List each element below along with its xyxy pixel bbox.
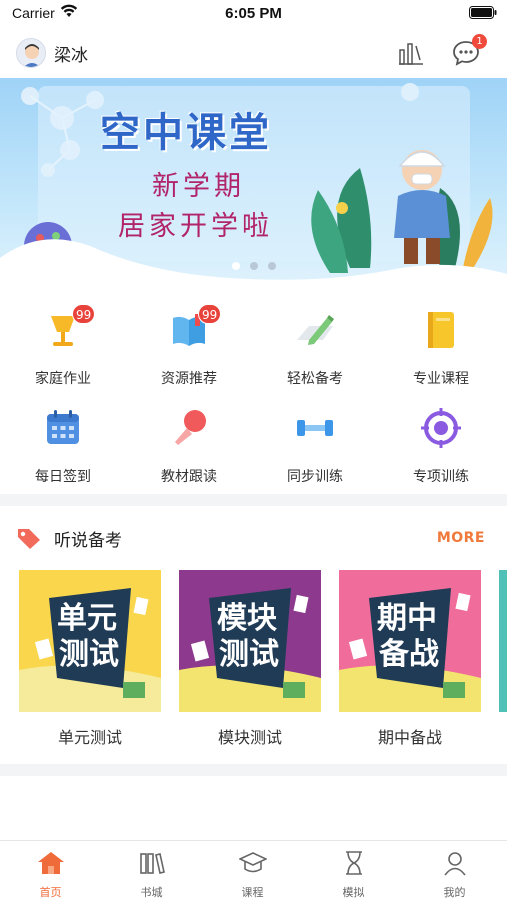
feature-grid: 99 家庭作业 99 资源推荐 轻松备考 专业课程 每日签到 教材跟读 同步训练… [0,298,507,494]
card-art-text: 测试 [219,637,279,672]
tab-label: 我的 [443,886,466,899]
card-art-text: 测试 [59,637,119,672]
feature-resources[interactable]: 99 资源推荐 [126,302,252,394]
card-label: 模块测试 [217,728,282,747]
tag-icon [18,529,40,549]
feature-badge: 99 [72,304,96,324]
feature-checkin[interactable]: 每日签到 [0,400,126,492]
more-link[interactable]: MORE [437,530,485,546]
feature-sync-training[interactable]: 同步训练 [252,400,378,492]
card-unit-test[interactable]: 单元 测试 [19,570,161,712]
section-divider [0,494,507,506]
notebook-icon [428,312,454,348]
status-time: 6:05 PM [225,5,282,22]
calendar-icon [47,410,79,444]
feature-read-along[interactable]: 教材跟读 [126,400,252,492]
card-label: 期中备战 [377,728,442,747]
avatar-icon [23,44,41,67]
carousel-indicator [0,255,507,274]
app-header: 梁冰 1 [0,30,507,78]
card-module-test[interactable]: 模块 测试 [179,570,321,712]
tab-label: 课程 [241,886,264,899]
feature-label: 教材跟读 [161,469,217,485]
feature-label: 每日签到 [35,469,91,485]
card-peek[interactable] [499,570,507,712]
feature-label: 资源推荐 [161,371,217,387]
feature-exam-prep[interactable]: 轻松备考 [252,302,378,394]
user-name: 梁冰 [54,46,88,66]
books-icon [140,853,165,874]
carousel-dot[interactable] [267,262,276,270]
feature-label: 轻松备考 [287,371,343,387]
tab-home[interactable]: 首页 [0,841,101,900]
banner-title: 空中课堂 [100,110,272,156]
card-art-text: 备战 [379,637,439,672]
stats-icon[interactable] [397,40,425,66]
avatar[interactable] [16,38,46,68]
card-midterm-prep[interactable]: 期中 备战 [339,570,481,712]
tab-label: 书城 [140,886,163,899]
feature-badge: 99 [198,304,222,324]
feature-special-training[interactable]: 专项训练 [378,400,504,492]
target-icon [421,408,461,448]
card-art-text: 单元 [57,601,117,636]
section-divider [0,764,507,776]
tab-label: 模拟 [342,886,365,899]
tab-courses[interactable]: 课程 [202,841,303,900]
tab-label: 首页 [39,886,62,899]
message-badge: 1 [472,34,487,49]
listening-section: 听说备考 MORE 单元 测试 模块 测试 期中 备战 单元测试 模块测试 期中… [0,506,507,764]
feature-homework[interactable]: 99 家庭作业 [0,302,126,394]
section-title: 听说备考 [54,531,122,551]
card-art-text: 模块 [217,601,277,636]
tab-mock[interactable]: 模拟 [303,841,404,900]
graduation-cap-icon [239,852,267,873]
tab-profile[interactable]: 我的 [404,841,505,900]
dumbbell-icon [297,420,333,436]
banner-carousel[interactable]: 空中课堂 新学期 居家开学啦 [0,78,507,298]
feature-label: 同步训练 [287,469,343,485]
banner-subtitle-1: 新学期 [152,171,245,202]
tab-bar: 首页 书城 课程 模拟 我的 [0,840,507,900]
home-icon [38,852,64,874]
card-label: 单元测试 [57,728,122,747]
feature-courses[interactable]: 专业课程 [378,302,504,394]
feature-label: 专项训练 [413,469,469,485]
battery-icon [469,6,497,19]
hourglass-icon [346,851,362,875]
status-bar: Carrier 6:05 PM [0,0,507,30]
feature-label: 家庭作业 [35,371,91,387]
feature-label: 专业课程 [413,371,469,387]
carousel-dot[interactable] [249,262,258,270]
user-icon [444,852,466,876]
tab-bookstore[interactable]: 书城 [101,841,202,900]
microphone-icon [175,410,206,445]
carousel-dot[interactable] [231,262,240,270]
card-art-text: 期中 [377,601,437,636]
pencil-paper-icon [297,315,334,345]
